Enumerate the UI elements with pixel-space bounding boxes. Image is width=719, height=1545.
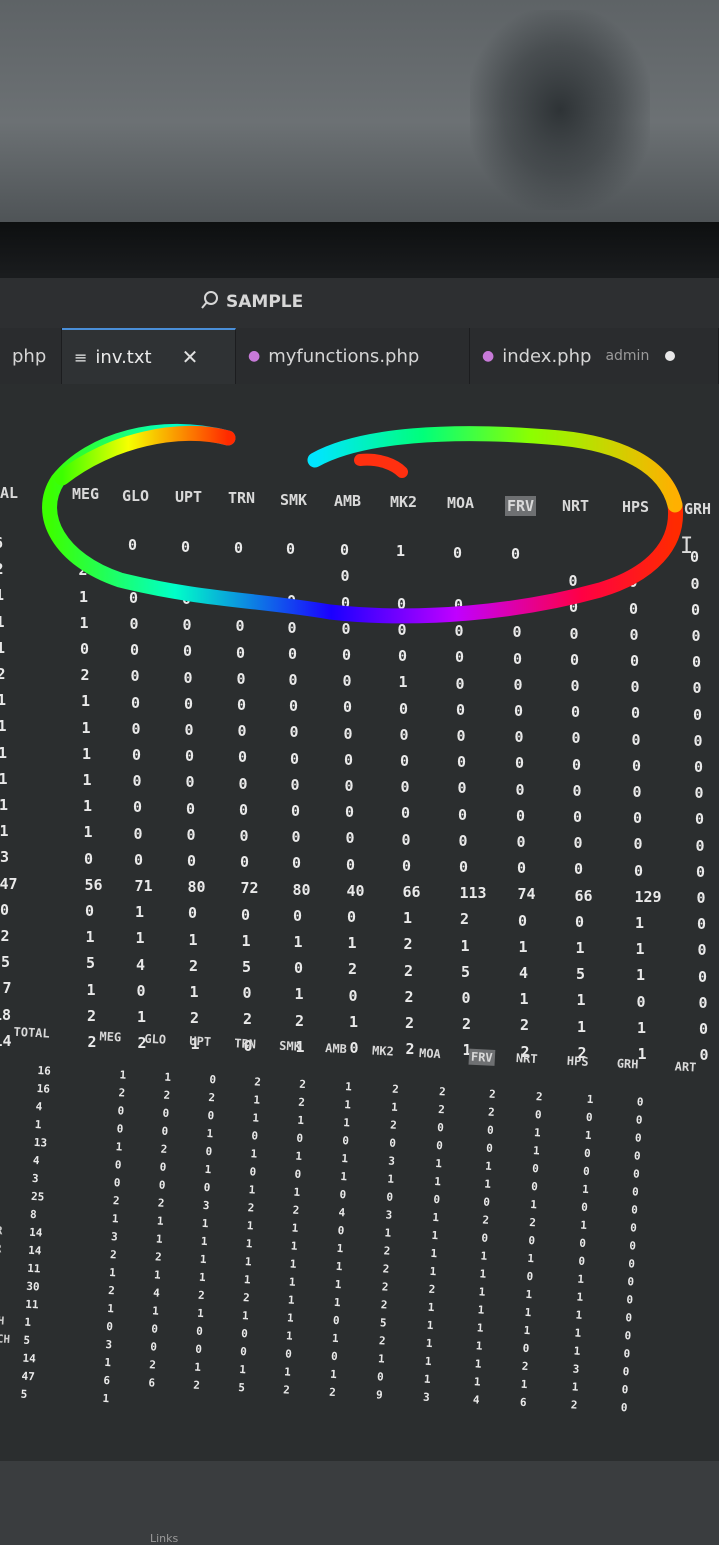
annotation-stroke-start xyxy=(54,425,236,486)
rainbow-loop-annotation xyxy=(42,423,684,624)
annotation-stroke-top xyxy=(307,426,683,513)
status-links: Links xyxy=(150,1532,179,1545)
annotation-stroke-tail xyxy=(354,453,408,478)
